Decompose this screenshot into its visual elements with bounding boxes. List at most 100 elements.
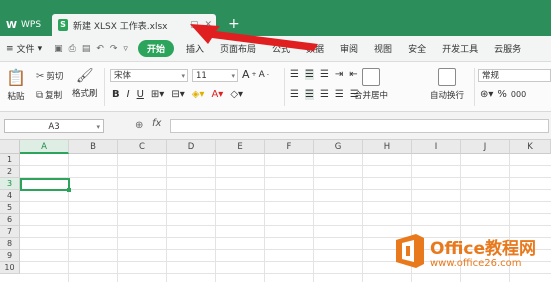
currency-icon[interactable]: ⊛▾	[480, 89, 493, 100]
copy-button[interactable]: ⧉ 复制	[36, 89, 62, 102]
column-header[interactable]: B	[69, 140, 118, 154]
fx-icon[interactable]: fx	[152, 118, 161, 129]
row-header[interactable]: 10	[0, 262, 20, 274]
shrink-font-icon[interactable]: A	[259, 70, 265, 80]
paste-icon: 📋	[6, 68, 26, 87]
format-painter-button[interactable]: 🖌 格式刷	[72, 68, 98, 99]
row-header[interactable]: 3	[0, 178, 20, 190]
underline-button[interactable]: U	[137, 89, 144, 100]
paste-label: 粘贴	[7, 92, 25, 102]
column-header[interactable]: D	[167, 140, 216, 154]
column-header[interactable]: F	[265, 140, 314, 154]
name-box[interactable]: A3 ▾	[4, 119, 104, 133]
fill-color-icon[interactable]: ◈▾	[192, 89, 205, 100]
border-icon[interactable]: ⊞▾	[151, 89, 164, 100]
name-box-value: A3	[48, 122, 60, 132]
chevron-down-icon: ▾	[181, 72, 185, 80]
cut-button[interactable]: ✂ 剪切	[36, 70, 64, 83]
active-cell[interactable]	[20, 178, 71, 192]
number-format-value: 常规	[482, 71, 500, 81]
ribbon-divider	[474, 68, 475, 106]
watermark-name: Office教程网	[430, 239, 537, 259]
percent-button[interactable]: %	[497, 89, 507, 100]
row-header[interactable]: 5	[0, 202, 20, 214]
paste-button[interactable]: 📋 粘贴	[6, 68, 26, 102]
align-top-icon[interactable]: ☰	[290, 69, 299, 80]
merge-center-label: 合并居中	[354, 91, 389, 101]
print-preview-icon[interactable]: ⎙	[69, 44, 76, 54]
cut-label: 剪切	[46, 72, 64, 82]
align-top-group: ☰ ☰ ☰ ⇥ ⇤	[290, 69, 358, 80]
formula-bar: A3 ▾ ⊕ fx	[0, 112, 551, 140]
font-size-select[interactable]: 11 ▾	[192, 69, 238, 82]
quick-access-toolbar: ▣ ⎙ ▤ ↶ ↷ ▿	[54, 44, 128, 54]
tab-security[interactable]: 安全	[400, 42, 434, 55]
column-header[interactable]: E	[216, 140, 265, 154]
tab-home[interactable]: 开始	[137, 40, 174, 57]
italic-button[interactable]: I	[127, 89, 130, 100]
row-header[interactable]: 2	[0, 166, 20, 178]
align-right-icon[interactable]: ☰	[320, 89, 329, 100]
grow-font-icon[interactable]: A	[242, 68, 250, 81]
chevron-down-icon: ▾	[37, 43, 43, 54]
undo-icon[interactable]: ↶	[96, 44, 104, 54]
font-name-select[interactable]: 宋体 ▾	[110, 69, 188, 82]
wps-logo-icon: W	[6, 19, 18, 31]
annotation-arrow	[190, 24, 318, 51]
save-icon[interactable]: ▣	[54, 44, 63, 54]
font-color-icon[interactable]: A▾	[211, 89, 223, 100]
select-all-corner[interactable]	[0, 140, 20, 154]
bold-button[interactable]: B	[112, 89, 120, 100]
column-header[interactable]: A	[20, 140, 69, 154]
font-name-value: 宋体	[114, 71, 132, 81]
merge-center-button[interactable]: 合并居中	[354, 68, 388, 101]
watermark-url: www.office26.com	[430, 258, 522, 269]
number-format-select[interactable]: 常规	[478, 69, 551, 82]
row-header[interactable]: 1	[0, 154, 20, 166]
align-bottom-icon[interactable]: ☰	[320, 69, 329, 80]
tab-view[interactable]: 视图	[366, 42, 400, 55]
indent-icon[interactable]: ⇥	[335, 69, 343, 80]
font-style-group: B I U ⊞▾ ⊟▾ ◈▾ A▾ ◇▾	[112, 89, 243, 100]
row-header[interactable]: 6	[0, 214, 20, 226]
hamburger-icon: ≡	[6, 43, 14, 54]
align-center-icon[interactable]: ☰	[304, 89, 314, 100]
ribbon-home: 📋 粘贴 ✂ 剪切 ⧉ 复制 🖌 格式刷 宋体 ▾ 11 ▾ A + A- B I…	[0, 62, 551, 112]
row-header[interactable]: 8	[0, 238, 20, 250]
font-size-value: 11	[196, 71, 207, 81]
file-menu[interactable]: ≡ 文件 ▾	[0, 42, 48, 56]
row-header[interactable]: 4	[0, 190, 20, 202]
column-header[interactable]: K	[510, 140, 551, 154]
wrap-text-button[interactable]: 自动换行	[430, 68, 464, 101]
wps-home-tab[interactable]: W WPS	[0, 14, 52, 36]
tab-developer[interactable]: 开发工具	[434, 42, 486, 55]
customize-icon[interactable]: ▿	[123, 44, 128, 54]
office-logo-icon	[396, 234, 424, 268]
zoom-icon[interactable]: ⊕	[135, 120, 143, 131]
ribbon-divider	[284, 68, 285, 106]
column-header[interactable]: H	[363, 140, 412, 154]
wrap-text-label: 自动换行	[430, 91, 465, 101]
redo-icon[interactable]: ↷	[110, 44, 118, 54]
print-icon[interactable]: ▤	[82, 44, 91, 54]
column-header[interactable]: G	[314, 140, 363, 154]
justify-icon[interactable]: ☰	[335, 89, 344, 100]
row-header[interactable]: 7	[0, 226, 20, 238]
merge-borders-icon[interactable]: ⊟▾	[171, 89, 184, 100]
align-horizontal-group: ☰ ☰ ☰ ☰ ☰	[290, 89, 359, 100]
document-tab-label: 新建 XLSX 工作表.xlsx	[73, 21, 168, 32]
tab-cloud[interactable]: 云服务	[486, 42, 529, 55]
align-middle-icon[interactable]: ☰	[304, 69, 314, 80]
chevron-down-icon: ▾	[96, 123, 100, 131]
clear-format-icon[interactable]: ◇▾	[230, 89, 243, 100]
tab-review[interactable]: 审阅	[332, 42, 366, 55]
column-header[interactable]: C	[118, 140, 167, 154]
align-left-icon[interactable]: ☰	[290, 89, 299, 100]
formula-input[interactable]	[170, 119, 549, 133]
thousands-button[interactable]: 000	[511, 90, 526, 99]
column-header[interactable]: I	[412, 140, 461, 154]
column-header[interactable]: J	[461, 140, 510, 154]
chevron-down-icon: ▾	[231, 72, 235, 80]
row-header[interactable]: 9	[0, 250, 20, 262]
wps-tab-label: WPS	[21, 20, 42, 30]
